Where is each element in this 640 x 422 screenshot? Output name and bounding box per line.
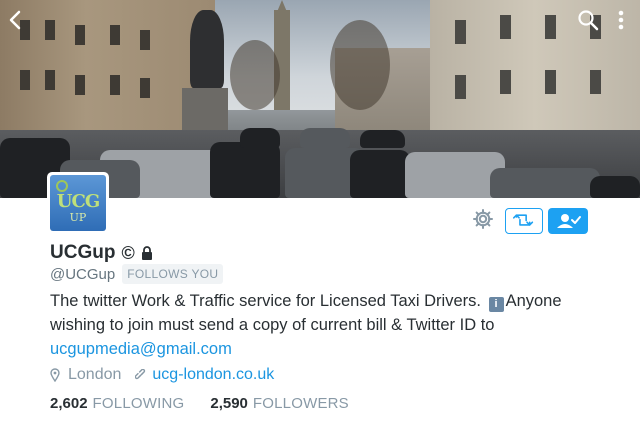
- bio-email-link[interactable]: ucgupmedia@gmail.com: [50, 340, 232, 358]
- info-emoji-icon: i: [488, 297, 504, 312]
- following-count: 2,602: [50, 394, 88, 412]
- bio-text-part1: The twitter Work & Traffic service for L…: [50, 292, 486, 310]
- following-label: FOLLOWING: [92, 394, 185, 412]
- gear-icon[interactable]: [471, 207, 495, 231]
- chevron-left-icon[interactable]: [6, 9, 26, 31]
- profile-bio: The twitter Work & Traffic service for L…: [50, 289, 610, 361]
- followers-stat[interactable]: 2,590 FOLLOWERS: [210, 395, 349, 412]
- profile-name-row: UCGup ©: [50, 242, 153, 264]
- following-button[interactable]: [548, 208, 588, 234]
- followers-label: FOLLOWERS: [252, 394, 349, 412]
- follows-you-badge: FOLLOWS YOU: [122, 264, 224, 284]
- person-check-icon: [557, 214, 581, 228]
- retweet-button[interactable]: [505, 208, 543, 234]
- following-stat[interactable]: 2,602 FOLLOWING: [50, 395, 184, 412]
- name-symbol: ©: [121, 242, 135, 263]
- handle-row: @UCGup FOLLOWS YOU: [50, 264, 224, 284]
- location-pin-icon: [50, 368, 60, 382]
- display-name: UCGup: [50, 242, 116, 263]
- avatar-logo-subtext: UP: [69, 211, 87, 224]
- search-icon[interactable]: [577, 9, 599, 31]
- followers-count: 2,590: [210, 394, 248, 412]
- location-text: London: [68, 366, 122, 383]
- profile-meta-row: London ucg-london.co.uk: [50, 364, 274, 386]
- avatar-logo-text: UCG: [56, 191, 100, 212]
- lock-icon: [141, 245, 152, 260]
- more-vertical-icon[interactable]: [609, 8, 633, 32]
- retweet-icon: [512, 214, 534, 226]
- avatar[interactable]: UCG UP: [47, 172, 109, 234]
- profile-stats-row: 2,602 FOLLOWING 2,590 FOLLOWERS: [50, 393, 349, 413]
- handle: @UCGup: [50, 265, 116, 283]
- website-link[interactable]: ucg-london.co.uk: [152, 366, 274, 384]
- link-icon: [135, 369, 146, 380]
